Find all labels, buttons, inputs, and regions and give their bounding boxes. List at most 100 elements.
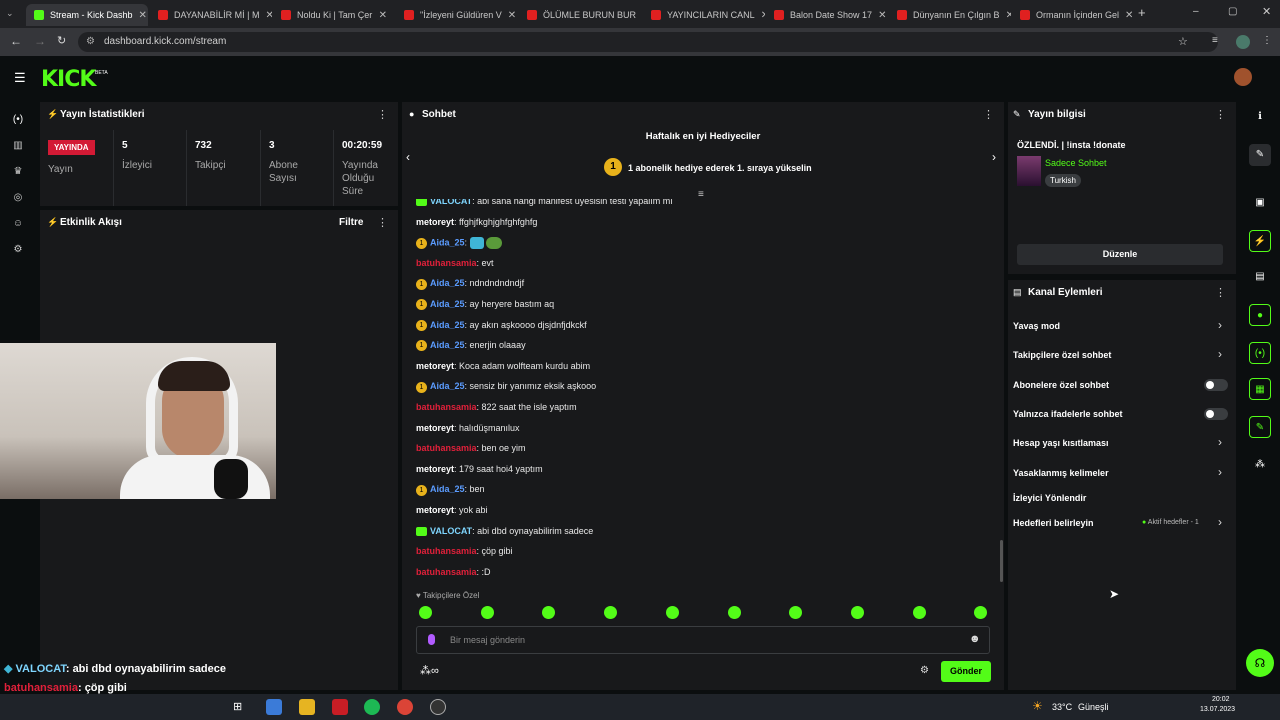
taskview-icon[interactable]: ⊞ bbox=[233, 700, 242, 713]
chevron-right-icon[interactable]: › bbox=[1218, 347, 1222, 361]
chat-widget-icon[interactable]: ● bbox=[1249, 304, 1271, 326]
user-avatar[interactable] bbox=[1234, 68, 1252, 86]
tab-close-icon[interactable]: ✕ bbox=[1125, 10, 1133, 21]
pencil-icon[interactable]: ✎ bbox=[1249, 144, 1271, 166]
chat-username[interactable]: batuhansamia bbox=[416, 402, 477, 412]
gifters-prev-icon[interactable]: ‹ bbox=[406, 150, 410, 164]
stream-icon[interactable]: (•) bbox=[11, 114, 25, 128]
channel-actions-menu-icon[interactable]: ⋮ bbox=[1215, 280, 1226, 306]
chat-username[interactable]: Aida_25 bbox=[430, 340, 465, 350]
browser-tab[interactable]: DAYANABİLİR Mİ | M ✕ bbox=[150, 4, 272, 26]
community-icon[interactable]: ☺ bbox=[11, 218, 25, 232]
channel-action-item[interactable]: Yalnızca ifadelerle sohbet bbox=[1013, 409, 1123, 419]
chat-username[interactable]: batuhansamia bbox=[416, 258, 477, 268]
spotify-icon[interactable] bbox=[364, 699, 380, 715]
chat-settings-icon[interactable]: ⚙ bbox=[920, 665, 929, 676]
tab-close-icon[interactable]: ✕ bbox=[379, 10, 387, 21]
clipboard-icon[interactable]: ▤ bbox=[1249, 266, 1271, 288]
chat-username[interactable]: batuhansamia bbox=[416, 443, 477, 453]
channel-action-item[interactable]: Hedefleri belirleyin bbox=[1013, 518, 1094, 528]
browser-tab[interactable]: ÖLÜMLE BURUN BUR✕ bbox=[519, 4, 641, 26]
new-tab-button[interactable]: + bbox=[1138, 5, 1146, 20]
layout-icon[interactable]: ▦ bbox=[1249, 378, 1271, 400]
chat-username[interactable]: metoreyt bbox=[416, 423, 454, 433]
emoji-picker-icon[interactable]: ☻ bbox=[969, 633, 981, 645]
channel-action-item[interactable]: Abonelere özel sohbet bbox=[1013, 380, 1109, 390]
extensions-icon[interactable]: ≡ bbox=[1212, 35, 1218, 46]
browser-menu-icon[interactable]: ⋮ bbox=[1262, 35, 1272, 46]
chat-scrollbar[interactable] bbox=[1000, 540, 1003, 582]
tab-close-icon[interactable]: ✕ bbox=[139, 10, 147, 21]
broadcast-icon[interactable]: (•) bbox=[1249, 342, 1271, 364]
channel-action-item[interactable]: Yasaklanmış kelimeler bbox=[1013, 468, 1109, 478]
share-icon[interactable]: ⁂ bbox=[1249, 454, 1271, 476]
explorer-icon[interactable] bbox=[299, 699, 315, 715]
channel-points-icon[interactable]: ⁂∞ bbox=[420, 664, 439, 677]
hamburger-menu-icon[interactable]: ☰ bbox=[14, 70, 26, 86]
toggle-switch[interactable] bbox=[1204, 408, 1228, 420]
obs-icon[interactable] bbox=[430, 699, 446, 715]
quick-emote-icon[interactable] bbox=[419, 606, 432, 619]
quick-emote-icon[interactable] bbox=[665, 606, 679, 619]
quick-emote-icon[interactable] bbox=[727, 606, 741, 619]
close-window-icon[interactable]: ✕ bbox=[1262, 5, 1271, 18]
browser-tab[interactable]: Dünyanın En Çılgın B ✕ bbox=[889, 4, 1011, 26]
channel-action-item[interactable]: Hesap yaşı kısıtlaması bbox=[1013, 438, 1109, 448]
browser-tab[interactable]: YAYINCILARIN CANL ✕ bbox=[643, 4, 765, 26]
chat-username[interactable]: VALOCAT bbox=[430, 526, 472, 536]
filter-button[interactable]: Filtre bbox=[339, 217, 363, 228]
gifters-next-icon[interactable]: › bbox=[992, 150, 996, 164]
stream-info-menu-icon[interactable]: ⋮ bbox=[1215, 102, 1226, 128]
url-field[interactable]: ⚙ dashboard.kick.com/stream bbox=[78, 32, 1218, 52]
chat-username[interactable]: Aida_25 bbox=[430, 238, 465, 248]
browser-tab[interactable]: Noldu Ki | Tam Çer ✕ bbox=[273, 4, 395, 26]
tab-close-icon[interactable]: ✕ bbox=[761, 10, 765, 21]
chat-username[interactable]: Aida_25 bbox=[430, 484, 465, 494]
channel-action-item[interactable]: Takipçilere özel sohbet bbox=[1013, 350, 1111, 360]
chat-username[interactable]: metoreyt bbox=[416, 217, 454, 227]
chevron-right-icon[interactable]: › bbox=[1218, 318, 1222, 332]
moderation-icon[interactable]: ◎ bbox=[11, 192, 25, 206]
forward-icon[interactable]: → bbox=[34, 34, 46, 48]
bookmark-star-icon[interactable]: ☆ bbox=[1178, 35, 1188, 48]
chat-username[interactable]: metoreyt bbox=[416, 505, 454, 515]
kick-logo[interactable]: KICK bbox=[41, 67, 96, 92]
toggle-switch[interactable] bbox=[1204, 379, 1228, 391]
quick-emote-icon[interactable] bbox=[604, 606, 618, 619]
support-button[interactable]: ☊ bbox=[1246, 649, 1274, 677]
chat-username[interactable]: metoreyt bbox=[416, 361, 454, 371]
tab-search-icon[interactable]: ⌄ bbox=[6, 8, 18, 20]
browser-tab[interactable]: Balon Date Show 17 ✕ bbox=[766, 4, 888, 26]
chat-menu-icon[interactable]: ⋮ bbox=[983, 102, 994, 128]
tab-close-icon[interactable]: ✕ bbox=[266, 10, 272, 21]
category-link[interactable]: Sadece Sohbet bbox=[1045, 158, 1107, 168]
quick-emote-icon[interactable] bbox=[850, 606, 864, 619]
chat-username[interactable]: Aida_25 bbox=[430, 320, 465, 330]
tools-icon[interactable]: ✎ bbox=[1249, 416, 1271, 438]
browser-tab[interactable]: "İzleyeni Güldüren V ✕ bbox=[396, 4, 518, 26]
edit-button[interactable]: Düzenle bbox=[1017, 244, 1223, 265]
capture-icon[interactable]: ▣ bbox=[1249, 192, 1271, 214]
flash-icon[interactable]: ⚡ bbox=[1249, 230, 1271, 252]
store-icon[interactable] bbox=[266, 699, 282, 715]
minimize-icon[interactable]: – bbox=[1193, 6, 1199, 17]
browser-tab[interactable]: Stream - Kick Dashb ✕ bbox=[26, 4, 148, 26]
analytics-icon[interactable]: ▥ bbox=[11, 140, 25, 154]
chat-username[interactable]: metoreyt bbox=[416, 464, 454, 474]
chrome-icon[interactable] bbox=[397, 699, 413, 715]
info-icon[interactable]: ℹ bbox=[1249, 106, 1271, 128]
chat-username[interactable]: Aida_25 bbox=[430, 381, 465, 391]
chat-username[interactable]: Aida_25 bbox=[430, 299, 465, 309]
tab-close-icon[interactable]: ✕ bbox=[878, 10, 886, 21]
chat-input[interactable]: Bir mesaj gönderin ☻ bbox=[416, 626, 990, 654]
maximize-icon[interactable]: ▢ bbox=[1228, 6, 1237, 17]
activity-menu-icon[interactable]: ⋮ bbox=[377, 210, 388, 236]
media-icon[interactable] bbox=[332, 699, 348, 715]
stats-menu-icon[interactable]: ⋮ bbox=[377, 102, 388, 128]
channel-action-item[interactable]: İzleyici Yönlendir bbox=[1013, 493, 1086, 503]
tab-close-icon[interactable]: ✕ bbox=[508, 10, 516, 21]
chevron-right-icon[interactable]: › bbox=[1218, 465, 1222, 479]
chat-pause-icon[interactable]: ≡ bbox=[698, 189, 704, 200]
chat-username[interactable]: batuhansamia bbox=[416, 567, 477, 577]
chat-username[interactable]: batuhansamia bbox=[416, 546, 477, 556]
